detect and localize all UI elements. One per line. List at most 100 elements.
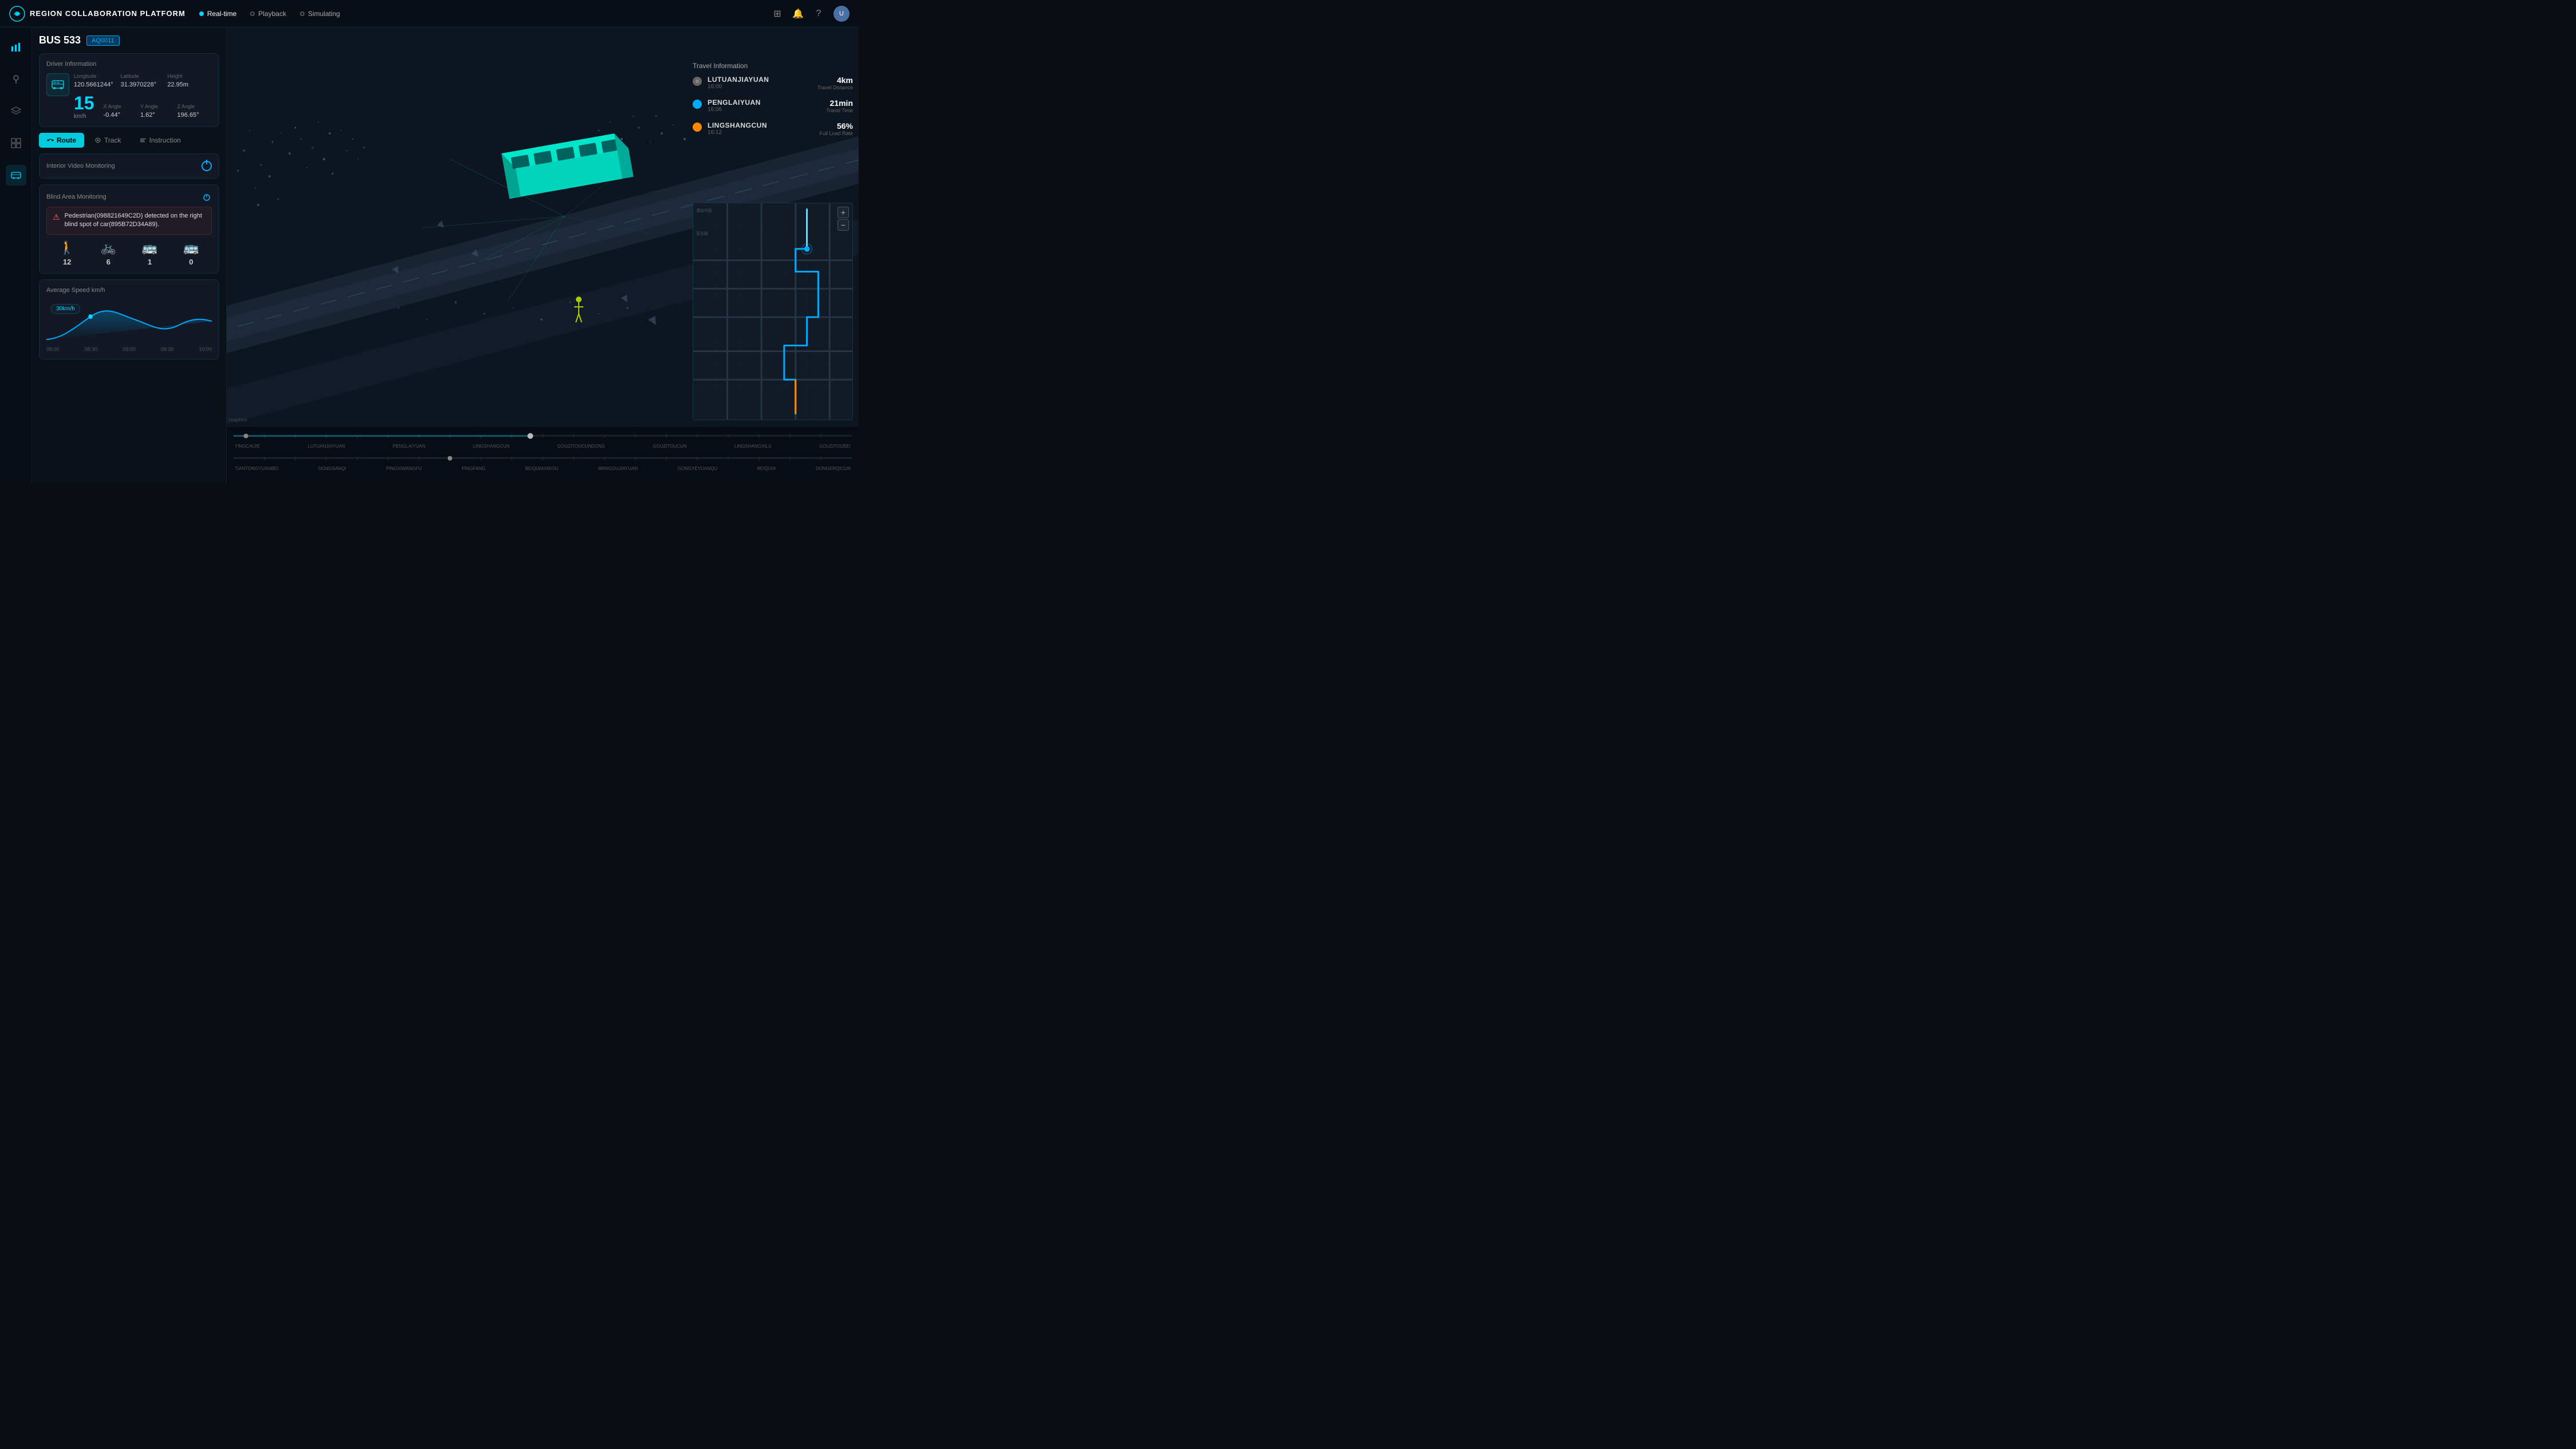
station-markers-top: YINGCAIJIE LUTUANJIAYUAN PENGLAIYUAN LIN… — [234, 444, 852, 449]
stop-1-icon — [693, 77, 702, 86]
speed-unit: km/h — [74, 113, 94, 120]
grid-icon[interactable]: ⊞ — [772, 8, 783, 19]
zoom-in-button[interactable]: + — [837, 207, 849, 218]
route-icon — [47, 137, 54, 144]
stop-2-icon — [693, 100, 702, 109]
driver-info-card: Driver Information Longitude 120.5661244… — [39, 53, 219, 127]
timeline-ticks — [234, 430, 852, 441]
station-dongerqicun: DONGERQICUN — [816, 466, 851, 471]
y-angle-value: 1.62° — [140, 112, 155, 119]
power-icon — [202, 192, 211, 202]
bus-icon — [51, 78, 65, 92]
station-pingxiwangfu: PINGXIWANGFU — [386, 466, 421, 471]
stop-2-stat: 21min Travel Time — [826, 98, 853, 113]
station-gouzitoucun: GOUZITOUCUN — [653, 444, 686, 449]
tab-track[interactable]: Track — [86, 133, 129, 148]
avatar[interactable]: U — [833, 6, 850, 22]
station-dongsanqi: DONGSANQI — [318, 466, 346, 471]
mini-map-zoom-controls: + − — [837, 207, 849, 231]
time-1: 08:30 — [85, 346, 98, 352]
vehicle-icon: 🚌 — [142, 240, 157, 255]
sidebar-item-grid[interactable] — [6, 133, 26, 153]
station-pingfang: PINGFANG — [461, 466, 485, 471]
interior-video-header: Interior Video Monitoring — [46, 161, 212, 171]
vehicle-value: 1 — [148, 258, 152, 266]
station-lutuanjiayuan: LUTUANJIAYUAN — [308, 444, 345, 449]
station-gongyeyuanqu: GONGYEYUANQU — [678, 466, 717, 471]
nav-playback[interactable]: Playback — [250, 10, 286, 18]
height-item: Height 22.95m — [167, 73, 212, 89]
blind-area-power-button[interactable] — [202, 192, 212, 202]
x-angle-item: X Angle -0.44° — [104, 104, 138, 120]
height-value: 22.95m — [167, 81, 188, 88]
speed-chart-title: Average Speed km/h — [46, 287, 212, 294]
timeline-track-top[interactable] — [234, 430, 852, 441]
time-2: 09:00 — [123, 346, 136, 352]
timeline-track-bottom[interactable] — [234, 452, 852, 464]
x-angle-label: X Angle — [104, 104, 138, 109]
longitude-item: Longitude 120.5661244° — [74, 73, 118, 89]
map-label-1: 漕运中路 — [696, 208, 712, 213]
realtime-dot — [199, 11, 204, 16]
tab-instruction-label: Instruction — [149, 136, 181, 144]
app-title: REGION COLLABORATION PLATFORM — [30, 9, 185, 18]
time-0: 08:00 — [46, 346, 60, 352]
station-gouzitoucundong: GOUZITOUCUNDONG — [558, 444, 605, 449]
station-lingshangcun: LINGSHANGCUN — [473, 444, 509, 449]
station-tiantongyuanbei: TIANTONGYUANBEI — [235, 466, 278, 471]
tab-instruction[interactable]: Instruction — [132, 133, 189, 148]
latitude-item: Latitude 31.3970228° — [121, 73, 165, 89]
tab-route[interactable]: Route — [39, 133, 84, 148]
station-gouzitoubei: GOUZITOUBEI — [819, 444, 851, 449]
other-value: 0 — [189, 258, 193, 266]
bicycle-count: 🚲 6 — [101, 240, 116, 266]
latitude-value: 31.3970228° — [121, 81, 157, 88]
realtime-label: Real-time — [207, 10, 236, 18]
speed-chart-label: 30km/h — [51, 304, 80, 314]
stop-3-stat-label: Full Load Rate — [819, 131, 853, 136]
help-icon[interactable]: ? — [813, 8, 824, 19]
mapbox-watermark: mapbox — [229, 417, 247, 423]
time-3: 09:30 — [161, 346, 174, 352]
mini-map-svg: 漕运中路 营古路 — [693, 203, 852, 420]
bicycle-icon: 🚲 — [101, 240, 116, 255]
nav-simulating[interactable]: Simulating — [300, 10, 340, 18]
layers-icon — [11, 106, 21, 116]
sidebar-item-stats[interactable] — [6, 37, 26, 57]
driver-info-title: Driver Information — [46, 61, 212, 68]
sidebar-item-location[interactable] — [6, 69, 26, 89]
nav-realtime[interactable]: Real-time — [199, 10, 236, 18]
stop-3-time: 16:12 — [708, 129, 813, 136]
sidebar-item-bus[interactable] — [6, 165, 26, 185]
stop-3-details: LINGSHANGCUN 16:12 — [708, 121, 813, 136]
station-markers-bottom: TIANTONGYUANBEI DONGSANQI PINGXIWANGFU P… — [234, 466, 852, 471]
interior-power-button[interactable] — [202, 161, 212, 171]
zoom-out-button[interactable]: − — [837, 219, 849, 231]
timeline-inner: YINGCAIJIE LUTUANJIAYUAN PENGLAIYUAN LIN… — [227, 427, 859, 475]
sidebar — [0, 27, 32, 483]
alert-box: ⚠ Pedestrian(098821649C2D) detected on t… — [46, 207, 212, 235]
station-yingcaijie: YINGCAIJIE — [235, 444, 260, 449]
sidebar-item-layers[interactable] — [6, 101, 26, 121]
playback-dot — [250, 11, 255, 16]
stop-3-icon — [693, 123, 702, 132]
stop-3: LINGSHANGCUN 16:12 56% Full Load Rate — [693, 121, 853, 136]
simulating-label: Simulating — [308, 10, 340, 18]
angles-grid: X Angle -0.44° Y Angle 1.62° Z Angle 196… — [104, 104, 212, 120]
stop-2-dot — [695, 102, 700, 106]
time-4: 10:00 — [199, 346, 212, 352]
stop-1: LUTUANJIAYUAN 16:00 4km Travel Distance — [693, 76, 853, 90]
vehicle-count: 🚌 1 — [142, 240, 157, 266]
bicycle-value: 6 — [106, 258, 110, 266]
z-angle-item: Z Angle 196.65° — [177, 104, 212, 120]
alert-text: Pedestrian(098821649C2D) detected on the… — [65, 212, 206, 230]
station-wangdujiayuan: WANGDUJIAYUAN — [598, 466, 638, 471]
logo-icon — [9, 6, 25, 22]
z-angle-value: 196.65° — [177, 112, 199, 119]
location-icon — [11, 74, 21, 84]
speed-chart-area: 30km/h — [46, 299, 212, 345]
bus-icon-sidebar — [11, 170, 21, 180]
speed-display: 15 — [74, 94, 94, 112]
bell-icon[interactable]: 🔔 — [792, 8, 804, 19]
vehicle-badge: AQ0011 — [86, 35, 120, 46]
